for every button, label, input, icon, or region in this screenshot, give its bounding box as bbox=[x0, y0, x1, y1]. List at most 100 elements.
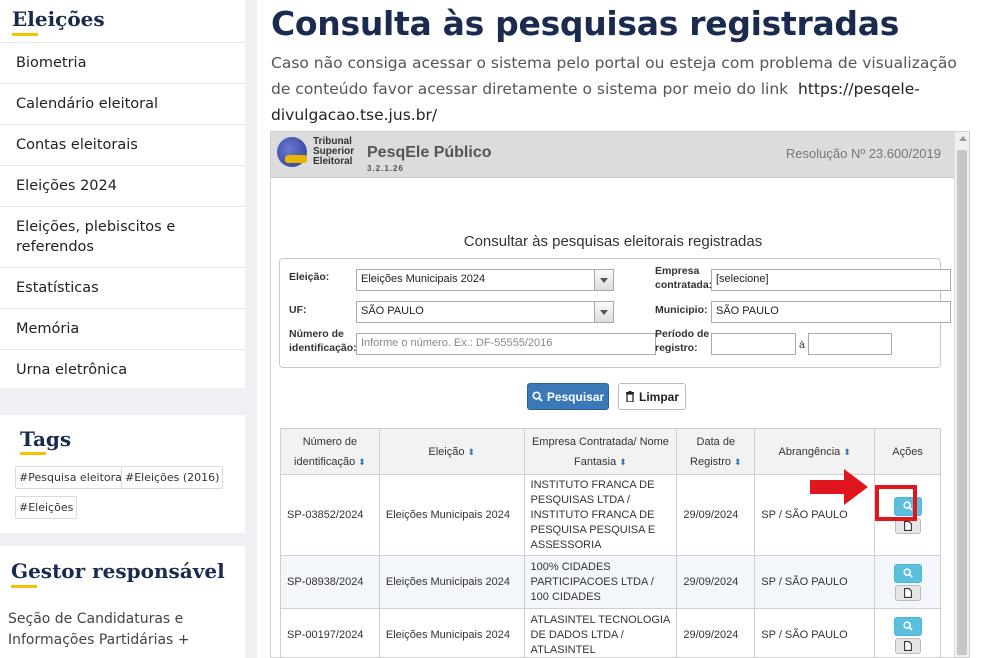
pesqele-app-frame: Tribunal Superior Eleitoral PesqEle Públ… bbox=[270, 131, 970, 658]
uf-label: UF: bbox=[289, 304, 307, 316]
search-icon bbox=[532, 391, 543, 402]
col-header-label: Número de identificação bbox=[294, 435, 358, 468]
cell-empresa: INSTITUTO FRANCA DE PESQUISAS LTDA / INS… bbox=[523, 474, 678, 556]
trash-icon bbox=[625, 391, 634, 402]
uf-value: SÃO PAULO bbox=[361, 305, 424, 317]
eleicao-value: Eleições Municipais 2024 bbox=[361, 273, 486, 285]
empresa-value: [selecione] bbox=[716, 273, 769, 285]
scroll-thumb[interactable] bbox=[957, 150, 967, 655]
municipio-label: Municipio: bbox=[655, 304, 708, 316]
clear-button[interactable]: Limpar bbox=[618, 383, 686, 410]
search-icon bbox=[902, 621, 913, 631]
search-button-label: Pesquisar bbox=[546, 389, 605, 404]
chevron-down-icon[interactable] bbox=[594, 302, 613, 322]
document-icon bbox=[903, 587, 912, 598]
tag-eleicoes-2016[interactable]: #Eleições (2016) bbox=[121, 466, 224, 489]
main-content: Consulta às pesquisas registradas Caso n… bbox=[257, 0, 984, 658]
table-row: SP-08938/2024 Eleições Municipais 2024 1… bbox=[280, 555, 941, 609]
cell-eleicao: Eleições Municipais 2024 bbox=[378, 555, 525, 609]
col-header-label: Abrangência bbox=[778, 445, 841, 458]
uf-select[interactable]: SÃO PAULO bbox=[356, 301, 614, 323]
col-header-abrangencia[interactable]: Abrangência ⬍ bbox=[754, 428, 876, 475]
cell-numero: SP-03852/2024 bbox=[280, 474, 380, 556]
sidebar: Eleições Biometria Calendário eleitoral … bbox=[0, 0, 245, 658]
document-icon bbox=[903, 640, 912, 651]
menu-item-plebiscitos[interactable]: Eleições, plebiscitos e referendos bbox=[0, 206, 245, 267]
cell-data: 29/09/2024 bbox=[676, 474, 756, 556]
row-actions bbox=[881, 616, 934, 654]
sort-icon[interactable]: ⬍ bbox=[468, 442, 476, 462]
chevron-down-icon[interactable] bbox=[594, 270, 613, 290]
menu-item-contas[interactable]: Contas eleitorais bbox=[0, 124, 245, 165]
menu-item-urna[interactable]: Urna eletrônica bbox=[0, 349, 245, 390]
tag-eleicoes[interactable]: #Eleições bbox=[15, 496, 78, 519]
eleicao-select[interactable]: Eleições Municipais 2024 bbox=[356, 269, 614, 291]
elections-title: Eleições bbox=[12, 7, 105, 31]
sort-icon[interactable]: ⬍ bbox=[734, 452, 742, 472]
municipio-value: SÃO PAULO bbox=[716, 305, 779, 317]
periodo-separator: à bbox=[799, 339, 805, 351]
eleicao-label: Eleição: bbox=[289, 271, 330, 283]
cell-eleicao: Eleições Municipais 2024 bbox=[378, 608, 525, 657]
periodo-label: Período de registro: bbox=[655, 328, 710, 354]
red-arrow-icon bbox=[810, 469, 868, 505]
cell-empresa: ATLASINTEL TECNOLOGIA DE DADOS LTDA / AT… bbox=[523, 608, 678, 657]
app-scrollbar[interactable] bbox=[954, 132, 969, 657]
document-button[interactable] bbox=[894, 584, 921, 601]
document-button[interactable] bbox=[894, 637, 921, 654]
col-header-label: Empresa Contratada/ Nome Fantasia bbox=[531, 435, 669, 468]
view-details-button[interactable] bbox=[893, 563, 922, 583]
row-actions bbox=[881, 563, 934, 601]
col-header-data[interactable]: Data de Registro ⬍ bbox=[676, 428, 756, 475]
form-title: Consultar às pesquisas eleitorais regist… bbox=[463, 233, 763, 250]
periodo-start-input[interactable] bbox=[711, 333, 796, 355]
search-form: Eleição: Eleições Municipais 2024 Empres… bbox=[279, 258, 951, 368]
menu-item-memoria[interactable]: Memória bbox=[0, 308, 245, 349]
app-header: Tribunal Superior Eleitoral PesqEle Públ… bbox=[271, 132, 955, 178]
title-underline bbox=[20, 452, 46, 455]
page-description: Caso não consiga acessar o sistema pelo … bbox=[271, 50, 971, 128]
numero-input[interactable]: Informe o número. Ex.: DF-55555/2016 bbox=[356, 333, 656, 355]
col-header-label: Eleição bbox=[428, 445, 465, 458]
cell-empresa: 100% CIDADES PARTICIPACOES LTDA / 100 CI… bbox=[523, 555, 678, 609]
menu-item-eleicoes-2024[interactable]: Eleições 2024 bbox=[0, 165, 245, 206]
page-title: Consulta às pesquisas registradas bbox=[271, 4, 900, 43]
sort-icon[interactable]: ⬍ bbox=[358, 452, 366, 472]
cell-abrangencia: SP / SÃO PAULO bbox=[754, 555, 876, 609]
elections-menu: Biometria Calendário eleitoral Contas el… bbox=[0, 42, 245, 390]
sort-icon[interactable]: ⬍ bbox=[619, 452, 627, 472]
col-header-label: Data de Registro bbox=[690, 435, 736, 468]
cell-data: 29/09/2024 bbox=[676, 608, 756, 657]
clear-button-label: Limpar bbox=[638, 389, 679, 404]
title-underline bbox=[11, 585, 37, 588]
col-header-empresa[interactable]: Empresa Contratada/ Nome Fantasia ⬍ bbox=[523, 428, 678, 475]
numero-placeholder: Informe o número. Ex.: DF-55555/2016 bbox=[361, 337, 553, 349]
tags-title: Tags bbox=[20, 427, 72, 451]
gestor-title: Gestor responsável bbox=[11, 559, 225, 583]
gestor-text[interactable]: Seção de Candidaturas e Informações Part… bbox=[8, 609, 233, 651]
col-header-numero[interactable]: Número de identificação ⬍ bbox=[280, 428, 380, 475]
search-icon bbox=[902, 568, 913, 578]
cell-numero: SP-00197/2024 bbox=[280, 608, 380, 657]
menu-item-biometria[interactable]: Biometria bbox=[0, 42, 245, 83]
numero-label: Número de identificação: bbox=[289, 328, 357, 354]
cell-acoes bbox=[874, 555, 941, 609]
app-version: 3.2.1.26 bbox=[367, 164, 404, 173]
menu-item-estatisticas[interactable]: Estatísticas bbox=[0, 267, 245, 308]
highlight-box bbox=[875, 485, 917, 521]
cell-acoes bbox=[874, 608, 941, 657]
elections-panel: Eleições Biometria Calendário eleitoral … bbox=[0, 0, 245, 388]
menu-item-calendario[interactable]: Calendário eleitoral bbox=[0, 83, 245, 124]
scroll-up-icon[interactable] bbox=[959, 136, 967, 141]
col-header-eleicao[interactable]: Eleição ⬍ bbox=[378, 428, 525, 475]
tag-pesquisa-eleitoral[interactable]: #Pesquisa eleitoral bbox=[15, 466, 129, 489]
table-row: SP-00197/2024 Eleições Municipais 2024 A… bbox=[280, 608, 941, 657]
view-details-button[interactable] bbox=[893, 616, 922, 636]
search-button[interactable]: Pesquisar bbox=[527, 383, 609, 410]
empresa-select[interactable]: [selecione] bbox=[711, 269, 951, 291]
sort-icon[interactable]: ⬍ bbox=[843, 442, 851, 462]
org-line-3: Eleitoral bbox=[313, 156, 353, 167]
empresa-label: Empresa contratada: bbox=[655, 265, 713, 291]
municipio-select[interactable]: SÃO PAULO bbox=[711, 301, 951, 323]
periodo-end-input[interactable] bbox=[808, 333, 892, 355]
